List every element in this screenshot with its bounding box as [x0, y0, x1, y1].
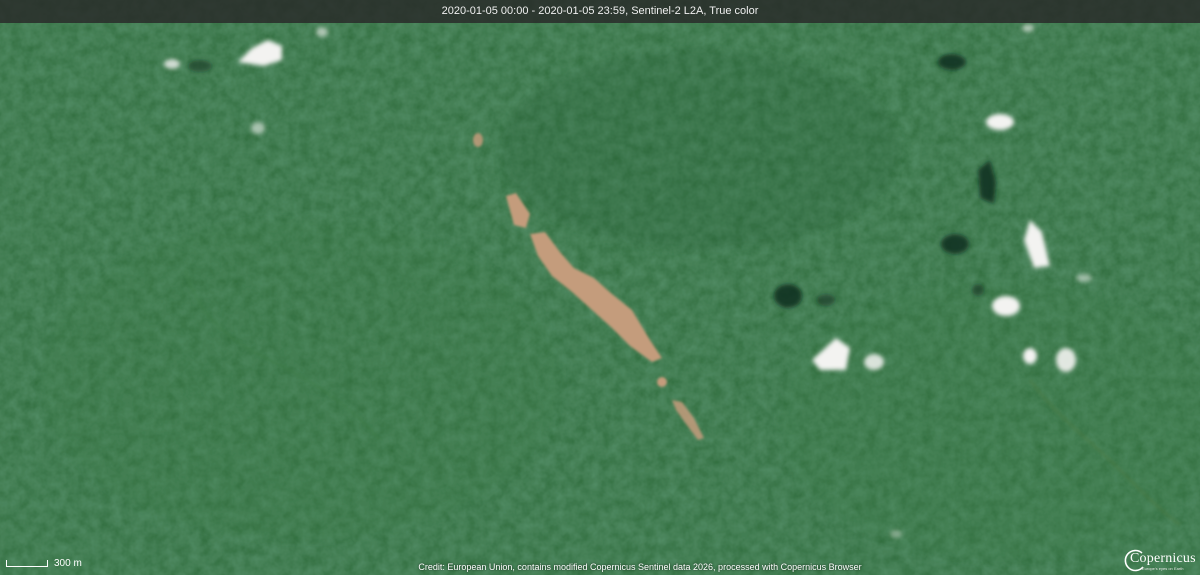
copernicus-logo: Copernicus Europe's eyes on Earth [1122, 548, 1196, 572]
cloud [1056, 348, 1076, 372]
satellite-imagery[interactable] [0, 0, 1200, 575]
cloud [164, 59, 180, 69]
cloud [890, 530, 902, 538]
cloud-shadow [817, 294, 835, 306]
cloud-shadow [972, 284, 984, 296]
cloud-shadow [774, 284, 802, 308]
cloud [251, 122, 265, 134]
forest-light-patch [780, 280, 1200, 560]
imagery-info-bar: 2020-01-05 00:00 - 2020-01-05 23:59, Sen… [0, 0, 1200, 23]
cloud [1076, 274, 1092, 282]
cloud [1023, 348, 1037, 364]
forest-dark-patch [500, 50, 900, 250]
attribution-credit: Credit: European Union, contains modifie… [418, 562, 862, 572]
cloud [986, 114, 1014, 130]
cloud-shadow [938, 54, 966, 70]
cloud [864, 354, 884, 370]
forest-light-patch [40, 220, 560, 540]
cloud [316, 27, 328, 37]
cloud-shadow [941, 234, 969, 254]
cloud-shadow [188, 60, 212, 72]
copernicus-logo-text: Copernicus [1130, 551, 1196, 566]
cloud [992, 296, 1020, 316]
copernicus-logo-tagline: Europe's eyes on Earth [1142, 566, 1184, 571]
map-viewer[interactable]: 2020-01-05 00:00 - 2020-01-05 23:59, Sen… [0, 0, 1200, 575]
cloud [1022, 24, 1034, 32]
